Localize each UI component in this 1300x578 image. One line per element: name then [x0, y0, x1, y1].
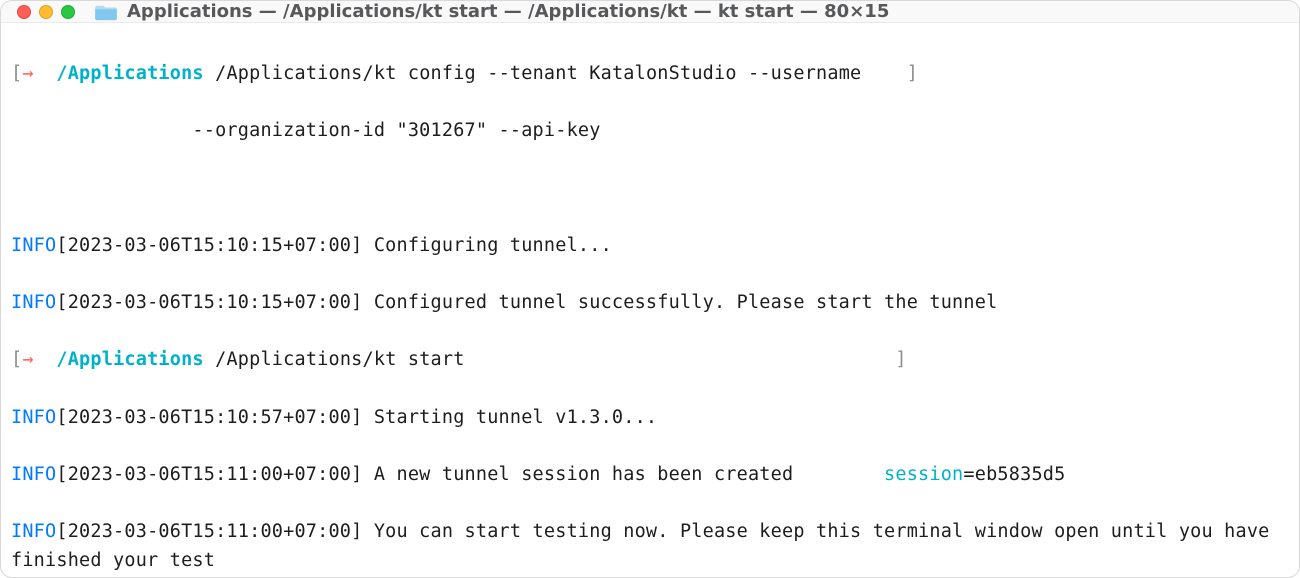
cwd-path: /Applications [56, 63, 203, 84]
terminal-body[interactable]: [→ /Applications /Applications/kt config… [1, 23, 1299, 578]
titlebar: Applications — /Applications/kt start — … [1, 1, 1299, 23]
terminal-window: Applications — /Applications/kt start — … [0, 0, 1300, 578]
log-ts: [2023-03-06T15:11:00+07:00] [56, 521, 362, 542]
log-ts: [2023-03-06T15:10:15+07:00] [56, 292, 362, 313]
info-tag: INFO [11, 521, 56, 542]
log-line: INFO[2023-03-06T15:11:00+07:00] A new tu… [11, 461, 1289, 490]
bracket-right: ] [895, 349, 906, 370]
log-val: eb5835d5 [975, 464, 1066, 485]
traffic-lights [17, 5, 75, 19]
bracket-left: [ [11, 63, 22, 84]
log-ts: [2023-03-06T15:10:15+07:00] [56, 235, 362, 256]
zoom-button[interactable] [61, 5, 75, 19]
log-line: INFO[2023-03-06T15:10:15+07:00] Configur… [11, 232, 1289, 261]
info-tag: INFO [11, 464, 56, 485]
log-line: INFO[2023-03-06T15:10:57+07:00] Starting… [11, 404, 1289, 433]
log-msg: Configured tunnel successfully. Please s… [362, 292, 997, 313]
log-ts: [2023-03-06T15:11:00+07:00] [56, 464, 362, 485]
log-msg: A new tunnel session has been created [362, 464, 884, 485]
prompt-arrow-icon: → [22, 63, 33, 84]
info-tag: INFO [11, 407, 56, 428]
log-line: INFO[2023-03-06T15:11:00+07:00] You can … [11, 518, 1289, 575]
log-key: session [884, 464, 963, 485]
minimize-button[interactable] [39, 5, 53, 19]
log-msg: Configuring tunnel... [362, 235, 611, 256]
info-tag: INFO [11, 292, 56, 313]
info-tag: INFO [11, 235, 56, 256]
prompt-line-2: [→ /Applications /Applications/kt start … [11, 346, 1289, 375]
blank-line [11, 174, 1289, 203]
command-text: /Applications/kt start [204, 349, 465, 370]
log-msg: Starting tunnel v1.3.0... [362, 407, 657, 428]
window-title: Applications — /Applications/kt start — … [127, 1, 889, 22]
prompt-line-1: [→ /Applications /Applications/kt config… [11, 60, 1289, 89]
close-button[interactable] [17, 5, 31, 19]
bracket-right: ] [907, 63, 918, 84]
bracket-left: [ [11, 349, 22, 370]
log-eq: = [963, 464, 974, 485]
cwd-path: /Applications [56, 349, 203, 370]
prompt-arrow-icon: → [22, 349, 33, 370]
folder-icon [95, 3, 117, 21]
log-ts: [2023-03-06T15:10:57+07:00] [56, 407, 362, 428]
command-continuation: --organization-id "301267" --api-key [11, 117, 1289, 146]
log-line: INFO[2023-03-06T15:10:15+07:00] Configur… [11, 289, 1289, 318]
command-text: /Applications/kt config --tenant Katalon… [204, 63, 873, 84]
